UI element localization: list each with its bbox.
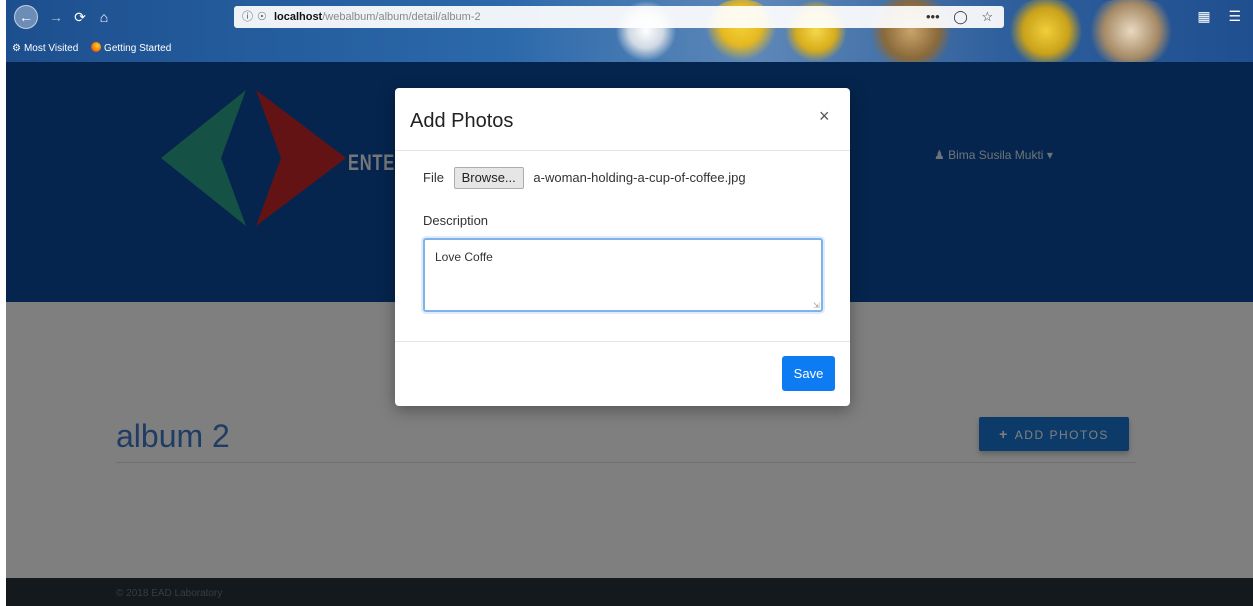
home-icon: ⌂ <box>99 9 109 25</box>
bookmark-most-visited[interactable]: ⚙ Most Visited <box>12 40 78 58</box>
url-actions: ••• ◯ ☆ <box>926 6 1003 28</box>
browse-button[interactable]: Browse... <box>453 167 524 189</box>
forward-button[interactable]: → <box>46 7 66 27</box>
modal-header: Add Photos × <box>395 88 850 151</box>
add-photos-modal: Add Photos × File Browse... a-woman-hold… <box>395 88 850 406</box>
theme-decoration <box>1006 0 1086 62</box>
info-icon[interactable]: ⓘ <box>242 11 253 23</box>
description-textarea[interactable]: Love Coffe <box>423 238 823 312</box>
description-label: Description <box>423 213 489 228</box>
shield-icon[interactable]: ☉ <box>257 11 267 23</box>
url-bar[interactable]: ⓘ ☉ localhost/webalbum/album/detail/album… <box>234 6 1004 28</box>
modal-footer-divider <box>395 341 850 342</box>
bookmark-label: Most Visited <box>23 43 79 54</box>
page-actions-icon[interactable]: ••• <box>926 9 940 24</box>
browser-toolbar: ← → ⟳ ⌂ ⓘ ☉ localhost/webalbum/album/deta… <box>6 0 1253 62</box>
pocket-icon[interactable]: ◯ <box>953 9 968 24</box>
theme-decoration <box>1086 0 1176 62</box>
menu-icon[interactable]: ☰ <box>1228 8 1241 24</box>
url-host: localhost <box>273 11 323 23</box>
firefox-icon <box>91 42 102 52</box>
file-input-row: File Browse... a-woman-holding-a-cup-of-… <box>423 167 746 189</box>
browser-right-icons: ▦ ☰ <box>1183 8 1241 25</box>
url-path: /webalbum/album/detail/album-2 <box>322 11 481 23</box>
resize-grip-icon[interactable]: ⇲ <box>813 302 821 310</box>
arrow-right-icon: → <box>49 9 63 25</box>
library-icon[interactable]: ▦ <box>1197 8 1210 24</box>
bookmark-label: Getting Started <box>104 43 172 54</box>
reload-icon: ⟳ <box>74 9 86 25</box>
selected-file-name: a-woman-holding-a-cup-of-coffee.jpg <box>533 170 746 185</box>
home-button[interactable]: ⌂ <box>94 7 114 27</box>
reload-button[interactable]: ⟳ <box>70 7 90 27</box>
star-icon[interactable]: ☆ <box>981 9 993 24</box>
file-label: File <box>423 170 444 185</box>
close-icon[interactable]: × <box>819 106 830 127</box>
arrow-left-icon: ← <box>19 9 33 25</box>
save-button[interactable]: Save <box>782 356 835 391</box>
modal-title: Add Photos <box>410 110 514 132</box>
bookmark-getting-started[interactable]: Getting Started <box>91 40 171 58</box>
bookmarks-bar: ⚙ Most Visited Getting Started <box>12 40 181 58</box>
gear-icon: ⚙ <box>12 43 21 54</box>
back-button[interactable]: ← <box>14 5 38 29</box>
